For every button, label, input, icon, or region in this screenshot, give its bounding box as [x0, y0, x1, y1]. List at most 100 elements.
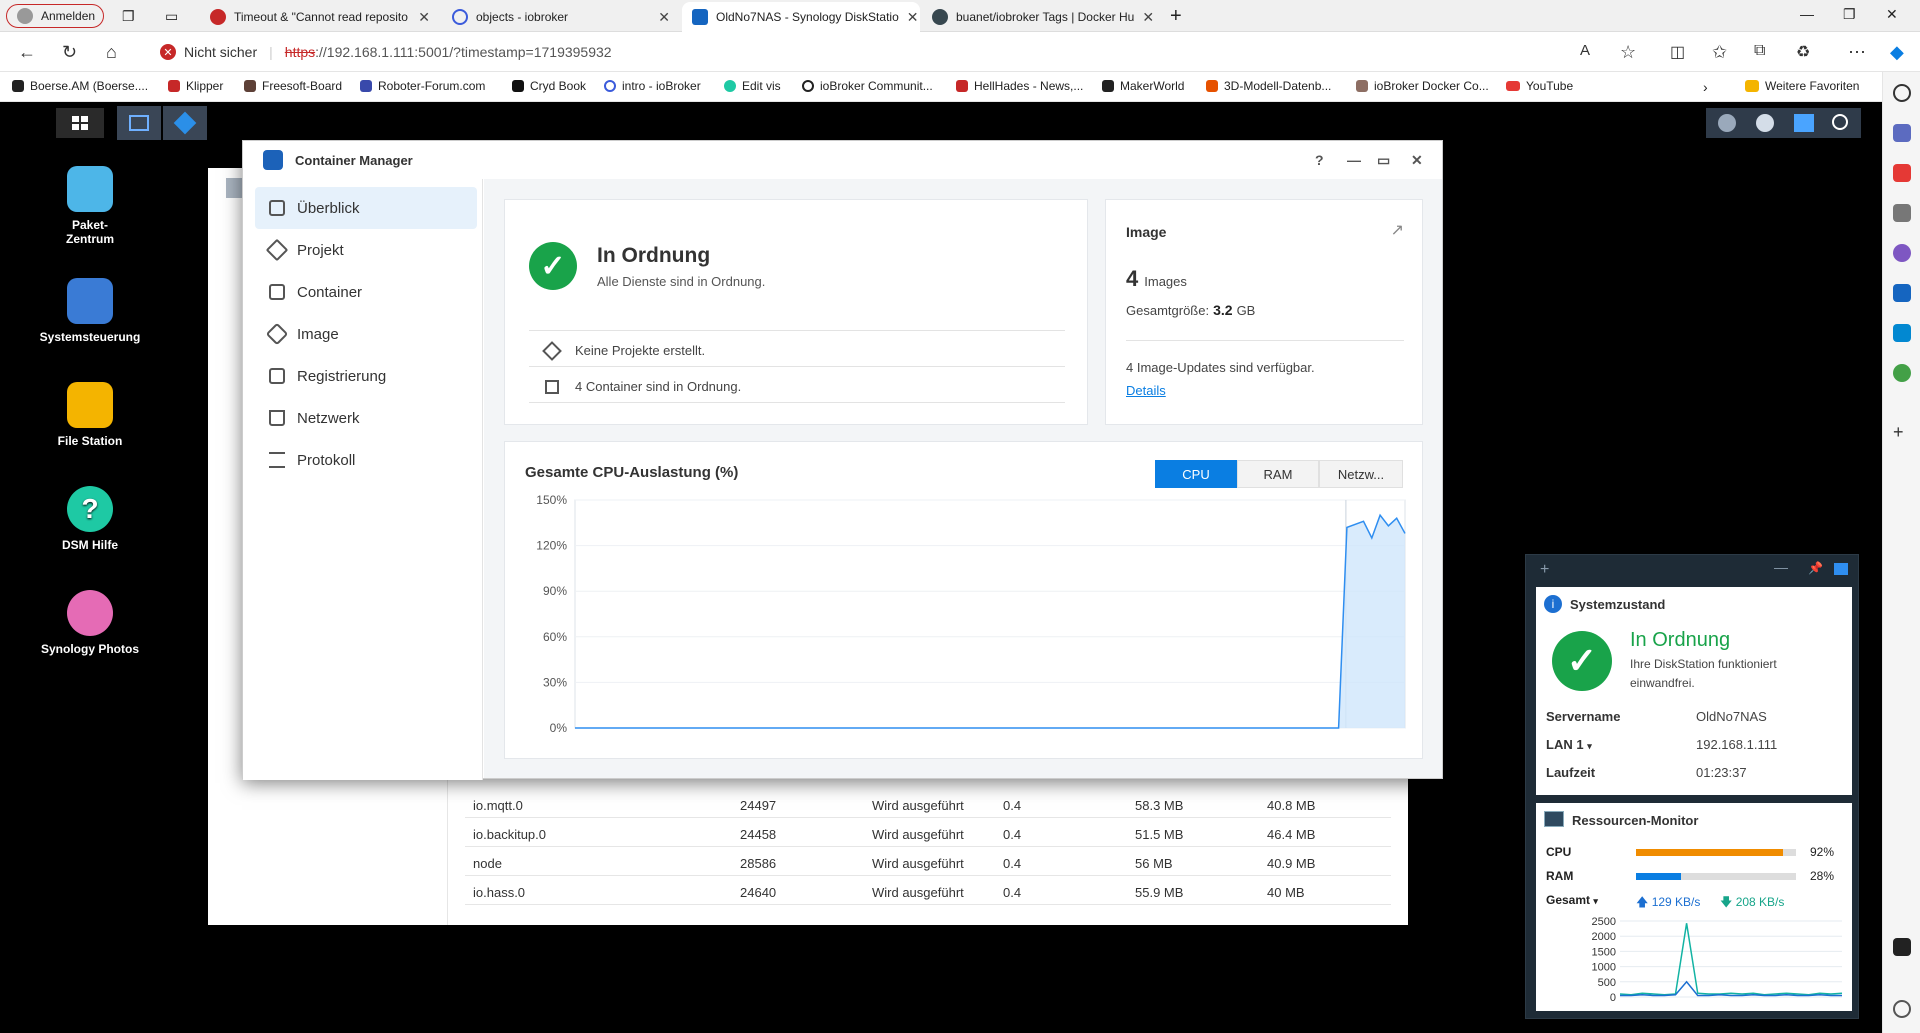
tab-2[interactable]: objects - iobroker ✕: [442, 2, 680, 32]
details-link[interactable]: Details: [1126, 383, 1166, 398]
close-icon[interactable]: ✕: [418, 9, 430, 26]
settings-icon[interactable]: [1893, 1000, 1911, 1018]
bookmark-9[interactable]: HellHades - News,...: [956, 79, 1083, 93]
bookmark-3[interactable]: Freesoft-Board: [244, 79, 342, 93]
split-screen-icon[interactable]: ◫: [1670, 42, 1685, 62]
tab-3[interactable]: OldNo7NAS - Synology DiskStatio ✕: [682, 2, 920, 32]
image-updates-text: 4 Image-Updates sind verfügbar.: [1126, 360, 1315, 375]
add-icon[interactable]: +: [1893, 422, 1911, 442]
home-icon[interactable]: ⌂: [106, 42, 117, 63]
favorite-star-icon[interactable]: ☆: [1620, 42, 1636, 63]
minimize-icon[interactable]: —: [1800, 6, 1814, 22]
user-icon[interactable]: [1756, 114, 1774, 132]
table-row[interactable]: io.backitup.0 24458 Wird ausgeführt 0.4 51.5…: [465, 818, 1391, 847]
desktop-icon-control-panel[interactable]: Systemsteuerung: [30, 278, 150, 344]
image-size: Gesamtgröße: 3.2 GB: [1126, 302, 1256, 318]
sidebar-item-project[interactable]: Projekt: [255, 229, 477, 271]
tab-title: OldNo7NAS - Synology DiskStatio: [716, 10, 899, 24]
taskbar-app-1[interactable]: [117, 106, 161, 140]
close-icon[interactable]: ✕: [658, 9, 670, 26]
bookmark-2[interactable]: Klipper: [168, 79, 223, 93]
overview-icon: [269, 200, 285, 216]
tab-1[interactable]: Timeout & "Cannot read reposito ✕: [200, 2, 440, 32]
chevron-right-icon[interactable]: ›: [1703, 79, 1708, 95]
close-icon[interactable]: ✕: [1411, 152, 1423, 169]
tab-actions-icon[interactable]: ▭: [165, 8, 178, 25]
widget-layout-icon[interactable]: [1834, 563, 1848, 575]
widgets-icon[interactable]: [1794, 114, 1814, 132]
desktop-icon-package-center[interactable]: Paket- Zentrum: [30, 166, 150, 246]
profile-button[interactable]: Anmelden: [6, 4, 104, 28]
bookmark-12[interactable]: ioBroker Docker Co...: [1356, 79, 1489, 93]
desktop-icon-dsm-help[interactable]: ? DSM Hilfe: [30, 486, 150, 552]
overview-content: ✓ In Ordnung Alle Dienste sind in Ordnun…: [484, 179, 1442, 778]
bookmark-10[interactable]: MakerWorld: [1102, 79, 1184, 93]
sidebar-item-overview[interactable]: Überblick: [255, 187, 477, 229]
table-row[interactable]: io.hass.0 24640 Wird ausgeführt 0.4 55.9 MB 4…: [465, 876, 1391, 905]
close-icon[interactable]: ✕: [907, 9, 919, 26]
people-icon[interactable]: [1893, 204, 1911, 222]
bookmark-13[interactable]: YouTube: [1506, 79, 1573, 93]
bookmark-5[interactable]: Cryd Book: [512, 79, 586, 93]
outlook-icon[interactable]: [1893, 284, 1911, 302]
read-aloud-icon[interactable]: A: [1580, 42, 1590, 59]
bookmark-7[interactable]: Edit vis: [724, 79, 781, 93]
profile-icon: [17, 8, 33, 24]
favorites-icon[interactable]: ✩: [1712, 42, 1727, 63]
main-menu-icon[interactable]: [56, 108, 104, 138]
reload-icon[interactable]: ↻: [62, 42, 77, 63]
sidebar-item-container[interactable]: Container: [255, 271, 477, 313]
bookmark-1[interactable]: Boerse.AM (Boerse....: [12, 79, 148, 93]
pin-icon[interactable]: 📌: [1808, 561, 1823, 575]
notification-icon[interactable]: [1718, 114, 1736, 132]
more-icon[interactable]: ⋯: [1848, 42, 1866, 63]
maximize-icon[interactable]: ▭: [1377, 152, 1390, 169]
collections-icon[interactable]: ⧉: [1754, 42, 1765, 60]
tab-cpu[interactable]: CPU: [1155, 460, 1237, 488]
sidebar-item-network[interactable]: Netzwerk: [255, 397, 477, 439]
url-field[interactable]: ✕ Nicht sicher | https://192.168.1.111:5…: [150, 37, 1620, 67]
bookmark-8[interactable]: ioBroker Communit...: [802, 79, 933, 93]
bookmark-11[interactable]: 3D-Modell-Datenb...: [1206, 79, 1331, 93]
bookmark-4[interactable]: Roboter-Forum.com: [360, 79, 485, 93]
open-arrow-icon[interactable]: ↗: [1391, 220, 1404, 240]
lan-label[interactable]: LAN 1 ▾: [1546, 737, 1592, 752]
url-text: ://192.168.1.111:5001/?timestamp=1719395…: [315, 44, 612, 60]
table-row[interactable]: io.mqtt.0 24497 Wird ausgeführt 0.4 58.3 MB 4…: [465, 789, 1391, 818]
add-widget-icon[interactable]: +: [1540, 561, 1549, 579]
tag-icon[interactable]: [1893, 124, 1911, 142]
bookmark-6[interactable]: intro - ioBroker: [604, 79, 701, 93]
sidebar-item-registry[interactable]: Registrierung: [255, 355, 477, 397]
sidebar-item-image[interactable]: Image: [255, 313, 477, 355]
security-label[interactable]: Nicht sicher: [184, 44, 257, 60]
tools-icon[interactable]: [1893, 164, 1911, 182]
other-favorites[interactable]: Weitere Favoriten: [1745, 79, 1859, 93]
search-icon[interactable]: [1893, 84, 1911, 102]
back-icon[interactable]: ←: [18, 42, 36, 63]
minimize-icon[interactable]: —: [1774, 559, 1788, 575]
desktop-icon-synology-photos[interactable]: Synology Photos: [30, 590, 150, 656]
search-icon[interactable]: [1832, 114, 1848, 130]
feedback-icon[interactable]: [1893, 938, 1911, 956]
workspaces-icon[interactable]: ❐: [122, 8, 135, 25]
table-row[interactable]: node 28586 Wird ausgeführt 0.4 56 MB 40.9 MB: [465, 847, 1391, 876]
sidebar-item-log[interactable]: Protokoll: [255, 439, 477, 481]
window-titlebar[interactable]: Container Manager ? — ▭ ✕: [243, 141, 1442, 179]
tab-ram[interactable]: RAM: [1237, 460, 1319, 488]
total-dropdown[interactable]: Gesamt ▾: [1546, 893, 1598, 907]
taskbar-container-manager[interactable]: [163, 106, 207, 140]
send-icon[interactable]: [1893, 324, 1911, 342]
help-icon[interactable]: ?: [1315, 152, 1324, 168]
desktop-icon-file-station[interactable]: File Station: [30, 382, 150, 448]
tab-network[interactable]: Netzw...: [1319, 460, 1403, 488]
close-window-icon[interactable]: ✕: [1886, 6, 1898, 23]
new-tab-icon[interactable]: +: [1170, 5, 1182, 28]
minimize-icon[interactable]: —: [1347, 152, 1361, 168]
tree-icon[interactable]: [1893, 364, 1911, 382]
copilot-icon[interactable]: ◆: [1890, 42, 1904, 63]
copilot-app-icon[interactable]: [1893, 244, 1911, 262]
close-icon[interactable]: ✕: [1142, 9, 1154, 26]
extensions-icon[interactable]: ♻: [1796, 42, 1810, 62]
restore-icon[interactable]: ❐: [1843, 6, 1856, 23]
tab-4[interactable]: buanet/iobroker Tags | Docker Hu ✕: [922, 2, 1160, 32]
